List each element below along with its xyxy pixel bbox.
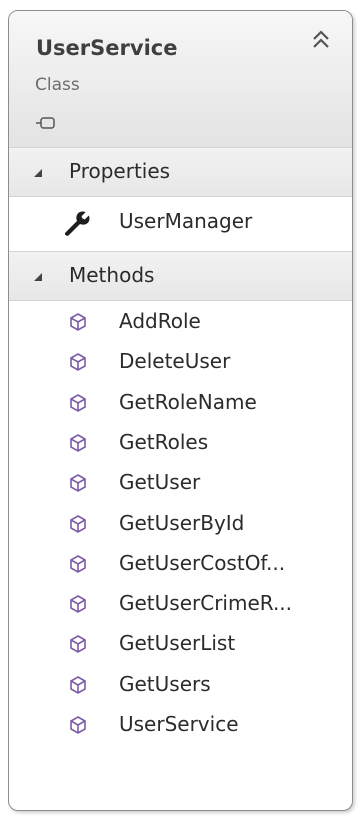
method-cube-icon [70,514,86,533]
class-shape-icon [36,117,55,129]
member-name: GetRoles [119,429,209,454]
double-chevron-up-icon[interactable] [308,27,334,53]
class-header[interactable]: UserService Class [9,11,352,148]
member-name: UserManager [119,209,253,233]
member-name: GetUsers [119,671,211,696]
member-name: AddRole [119,309,201,333]
method-row[interactable]: GetRoleName [9,384,352,422]
class-title: UserService [36,36,178,60]
method-row[interactable]: AddRole [9,303,352,341]
member-name: GetUser [119,470,201,495]
method-row[interactable]: GetUser [9,464,352,502]
method-cube-icon [70,595,86,614]
member-name: GetUserList [119,631,236,656]
member-name: GetUserById [119,510,245,535]
method-row[interactable]: GetUserList [9,625,352,663]
class-box[interactable]: UserService Class Properties UserManager… [8,10,353,811]
method-cube-icon [70,393,86,412]
method-row[interactable]: UserService [9,706,352,744]
method-cube-icon [70,675,86,694]
section-label-methods: Methods [69,263,155,287]
method-cube-icon [70,474,86,493]
class-kind-label: Class [35,75,80,95]
method-row[interactable]: GetUserCostOf... [9,545,352,583]
method-row[interactable]: GetRoles [9,424,352,462]
member-name: UserService [119,712,239,736]
method-cube-icon [70,433,86,452]
member-name: GetUserCostOf... [119,550,286,575]
method-cube-icon [70,554,86,573]
method-cube-icon [70,635,86,654]
member-name: DeleteUser [119,349,231,374]
section-label-properties: Properties [69,159,171,183]
method-cube-icon [70,313,86,331]
triangle-expanded-icon[interactable] [33,168,43,178]
method-row[interactable]: GetUserById [9,505,352,543]
member-name: GetUserCrimeR... [119,591,293,616]
method-row[interactable]: GetUserCrimeR... [9,585,352,623]
method-cube-icon [70,353,86,372]
properties-section-header[interactable]: Properties [9,147,352,197]
method-row[interactable]: DeleteUser [9,343,352,381]
member-name: GetRoleName [119,389,257,414]
methods-section-header[interactable]: Methods [9,251,352,301]
method-cube-icon [70,716,86,734]
wrench-icon [64,211,90,236]
property-usermanager[interactable]: UserManager [9,203,352,241]
method-row[interactable]: GetUsers [9,666,352,704]
triangle-expanded-icon[interactable] [33,272,43,282]
